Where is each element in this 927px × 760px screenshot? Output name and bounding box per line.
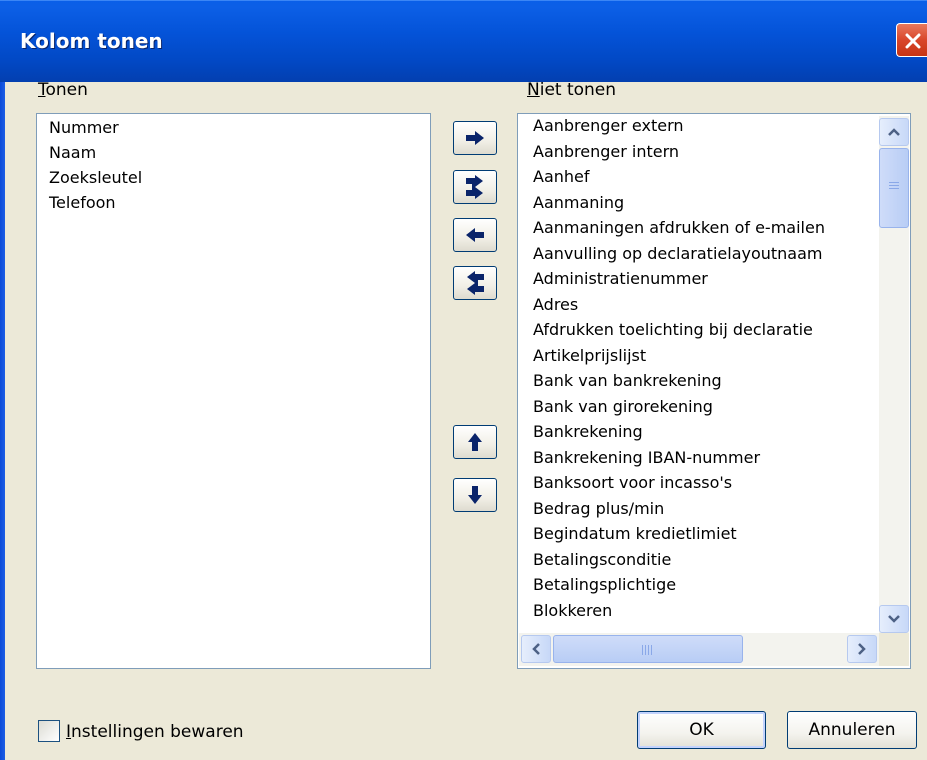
- hidden-columns-list[interactable]: Aanbrenger extern Aanbrenger intern Aanh…: [517, 113, 911, 669]
- shown-list-label: Tonen: [38, 80, 88, 100]
- move-all-right-button[interactable]: [453, 170, 497, 204]
- title-bar: Kolom tonen: [0, 0, 927, 82]
- arrow-up-icon: [468, 433, 482, 451]
- list-item[interactable]: Blokkeren: [533, 601, 612, 620]
- grip-icon: [889, 182, 899, 191]
- list-item[interactable]: Aanhef: [533, 167, 590, 186]
- list-item[interactable]: Naam: [49, 143, 96, 162]
- arrow-right-icon: [466, 131, 484, 145]
- arrow-left-icon: [466, 228, 484, 242]
- list-item[interactable]: Betalingsplichtige: [533, 575, 676, 594]
- list-item[interactable]: Aanbrenger intern: [533, 142, 679, 161]
- shown-label-text: onen: [45, 80, 88, 100]
- list-item[interactable]: Bankrekening: [533, 422, 643, 441]
- move-down-button[interactable]: [453, 478, 497, 512]
- list-item[interactable]: Administratienummer: [533, 269, 708, 288]
- scroll-up-button[interactable]: [879, 118, 909, 146]
- list-item[interactable]: Aanmaning: [533, 193, 624, 212]
- list-item[interactable]: Betalingsconditie: [533, 550, 671, 569]
- close-icon: [905, 33, 921, 49]
- hidden-label-accesskey: N: [527, 80, 540, 100]
- window-left-border: [0, 82, 5, 760]
- list-item[interactable]: Aanmaningen afdrukken of e-mailen: [533, 218, 825, 237]
- move-left-button[interactable]: [453, 218, 497, 252]
- vertical-scroll-thumb[interactable]: [879, 148, 909, 228]
- chevron-up-icon: [888, 128, 900, 136]
- move-up-button[interactable]: [453, 425, 497, 459]
- list-item[interactable]: Nummer: [49, 118, 119, 137]
- list-item[interactable]: Artikelprijslijst: [533, 346, 646, 365]
- move-all-left-button[interactable]: [453, 266, 497, 300]
- list-item[interactable]: Zoeksleutel: [49, 168, 142, 187]
- list-item[interactable]: Aanbrenger extern: [533, 116, 684, 135]
- hidden-label-text: iet tonen: [539, 80, 617, 100]
- list-item[interactable]: Bank van bankrekening: [533, 371, 722, 390]
- save-settings-checkbox[interactable]: [38, 720, 60, 742]
- close-button[interactable]: [896, 23, 927, 57]
- save-settings-label[interactable]: Instellingen bewaren: [66, 722, 244, 742]
- scroll-down-button[interactable]: [879, 605, 909, 633]
- window-title: Kolom tonen: [20, 29, 163, 53]
- list-item[interactable]: Bank van girorekening: [533, 397, 713, 416]
- list-item[interactable]: Banksoort voor incasso's: [533, 473, 732, 492]
- double-arrow-left-icon: [467, 271, 484, 295]
- move-right-button[interactable]: [453, 121, 497, 155]
- chevron-down-icon: [888, 615, 900, 623]
- list-item[interactable]: Begindatum kredietlimiet: [533, 524, 737, 543]
- scroll-right-button[interactable]: [847, 635, 877, 663]
- scrollbar-corner: [879, 633, 909, 666]
- chevron-left-icon: [532, 643, 540, 655]
- double-arrow-right-icon: [466, 175, 483, 199]
- cancel-button[interactable]: Annuleren: [787, 711, 917, 749]
- horizontal-scroll-thumb[interactable]: [553, 635, 743, 663]
- hidden-list-vertical-scrollbar[interactable]: [879, 116, 909, 633]
- list-item[interactable]: Telefoon: [49, 193, 116, 212]
- shown-columns-list[interactable]: Nummer Naam Zoeksleutel Telefoon: [36, 113, 431, 669]
- hidden-list-horizontal-scrollbar[interactable]: [519, 633, 879, 666]
- shown-label-accesskey: T: [38, 80, 46, 100]
- list-item[interactable]: Afdrukken toelichting bij declaratie: [533, 320, 813, 339]
- save-settings-text: nstellingen bewaren: [71, 722, 244, 742]
- scroll-left-button[interactable]: [521, 635, 551, 663]
- grip-icon: [642, 645, 652, 655]
- ok-button[interactable]: OK: [637, 711, 766, 749]
- list-item[interactable]: Adres: [533, 295, 578, 314]
- list-item[interactable]: Bedrag plus/min: [533, 499, 664, 518]
- list-item[interactable]: Aanvulling op declaratielayoutnaam: [533, 244, 823, 263]
- arrow-down-icon: [468, 486, 482, 504]
- chevron-right-icon: [858, 643, 866, 655]
- hidden-list-label: Niet tonen: [527, 80, 616, 100]
- list-item[interactable]: Bankrekening IBAN-nummer: [533, 448, 760, 467]
